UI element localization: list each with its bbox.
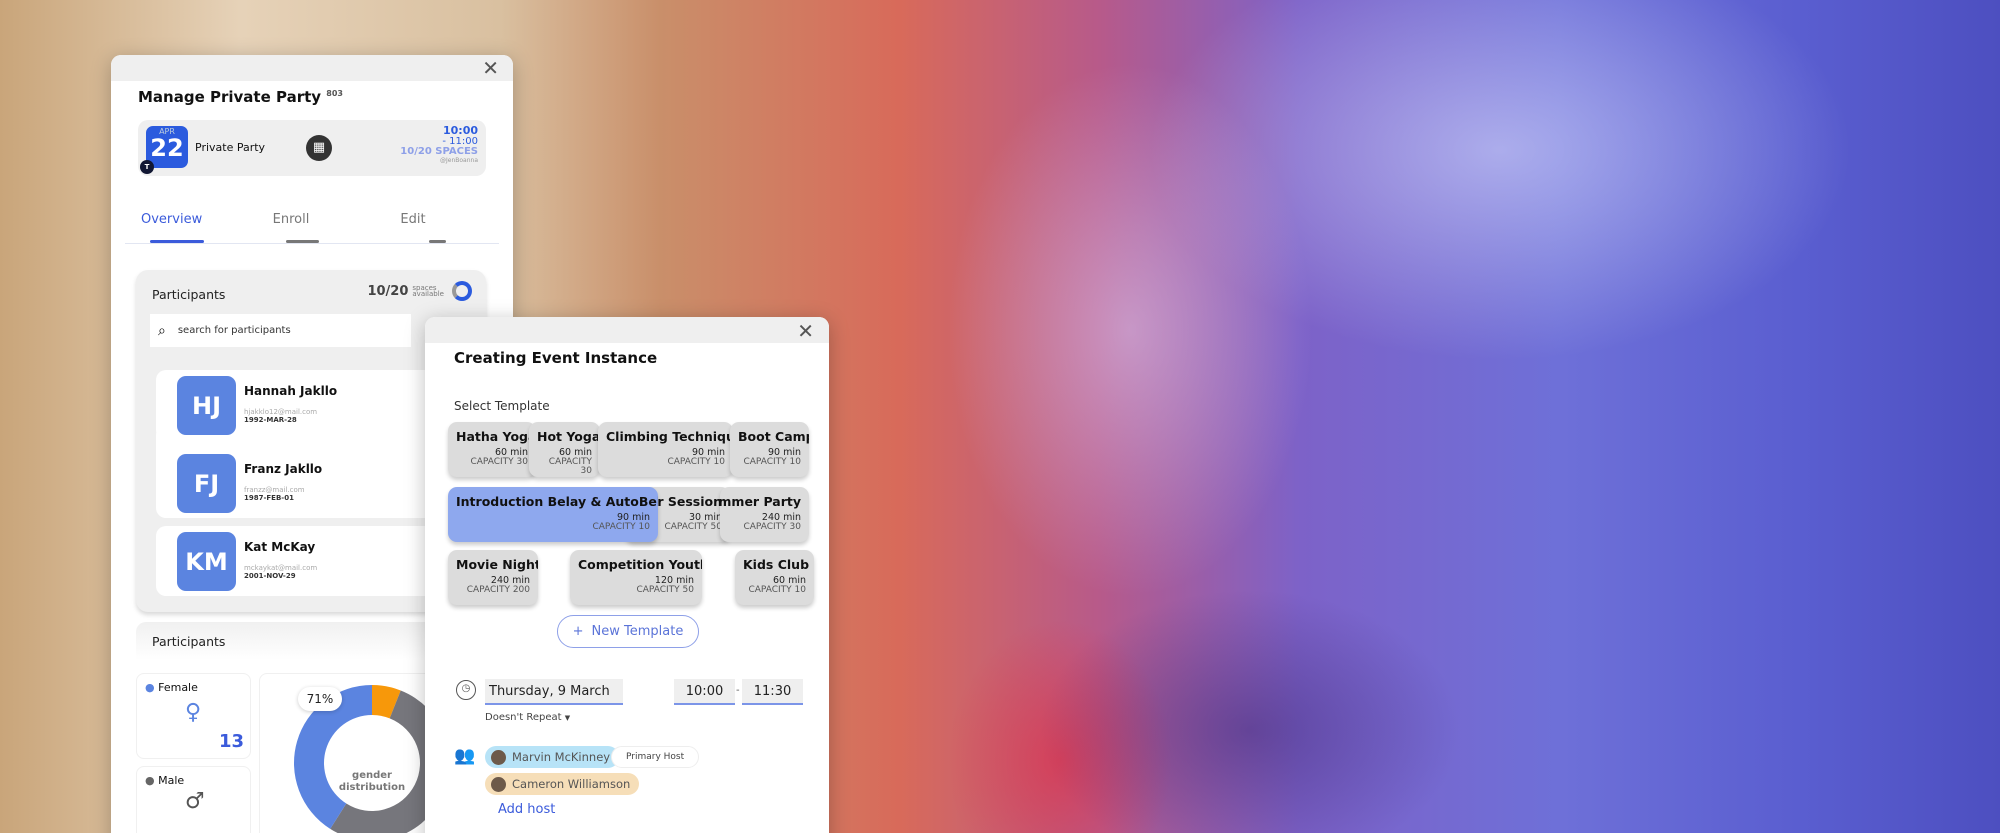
- template-capacity: CAPACITY 30: [470, 456, 528, 467]
- event-card[interactable]: APR 22 T Private Party ▦ 10:00 - 11:00 1…: [138, 120, 486, 176]
- donut-percent-badge: 71%: [298, 687, 342, 711]
- template-name: Competition Youth: [578, 557, 702, 572]
- avatar: KM: [177, 532, 236, 591]
- avatar: FJ: [177, 454, 236, 513]
- creating-event-instance-panel: ✕ Creating Event Instance Select Templat…: [425, 317, 829, 833]
- participant-name: Hannah Jakllo: [244, 384, 338, 398]
- host-name: Cameron Williamson: [512, 777, 631, 791]
- host-avatar: [491, 776, 506, 792]
- participant-dob: 2001-NOV-29: [244, 572, 296, 580]
- template-chip[interactable]: Climbing Technique 90 min CAPACITY 10: [598, 422, 733, 477]
- template-name: Boot Camp: [738, 429, 809, 444]
- event-spaces: 10/20 SPACES: [400, 146, 478, 158]
- participant-dob: 1987-FEB-01: [244, 494, 294, 502]
- template-name: Movie Night: [456, 557, 538, 572]
- panel-header: [425, 317, 829, 343]
- participant-email: mckaykat@mail.com: [244, 564, 318, 572]
- title-text: Manage Private Party: [138, 88, 322, 106]
- tab-divider: [125, 243, 499, 244]
- tab-edit[interactable]: Edit: [388, 212, 438, 227]
- female-card: ● Female ♀ 13: [136, 673, 251, 759]
- participant-email: hjakklo12@mail.com: [244, 408, 318, 416]
- start-time-field[interactable]: 10:00: [674, 679, 735, 705]
- repeat-value: Doesn't Repeat: [485, 712, 562, 723]
- template-capacity: CAPACITY 50: [636, 584, 694, 595]
- new-template-label: New Template: [591, 624, 684, 639]
- event-start: 10:00: [442, 124, 478, 137]
- template-capacity: CAPACITY 10: [748, 584, 806, 595]
- participant-name: Franz Jakllo: [244, 462, 323, 476]
- template-name: Climbing Technique: [606, 429, 733, 444]
- template-chip[interactable]: Hot Yoga 60 min CAPACITY 30: [529, 422, 600, 477]
- template-chip[interactable]: Hatha Yoga 60 min CAPACITY 30: [448, 422, 536, 477]
- template-capacity: CAPACITY 30: [548, 456, 592, 476]
- template-name: Summer Party: [720, 494, 801, 509]
- dialog-title: Creating Event Instance: [454, 349, 658, 367]
- template-name: Introduction Belay & AutoBelay: [456, 494, 658, 509]
- close-icon[interactable]: ✕: [482, 58, 499, 78]
- template-name: Kids Club: [743, 557, 810, 572]
- template-chip[interactable]: Competition Youth 120 min CAPACITY 50: [570, 550, 702, 605]
- new-template-button[interactable]: + New Template: [557, 615, 699, 648]
- add-host-link[interactable]: Add host: [498, 802, 555, 817]
- time-separator: -: [736, 685, 740, 696]
- calendar-grid-icon[interactable]: ▦: [306, 135, 332, 161]
- plus-icon: +: [572, 624, 584, 639]
- participant-name: Kat McKay: [244, 540, 316, 554]
- template-chip[interactable]: Summer Party240 minCAPACITY 30: [720, 487, 809, 542]
- male-person-icon: ♂: [185, 789, 205, 814]
- host-chip[interactable]: Marvin McKinney: [485, 746, 620, 768]
- participant-email: franzz@mail.com: [244, 486, 305, 494]
- male-label: Male: [158, 774, 185, 787]
- participant-dob: 1992-MAR-28: [244, 416, 297, 424]
- stats-title: Participants: [152, 634, 226, 649]
- panel-header: [111, 55, 513, 81]
- date-field[interactable]: Thursday, 9 March: [485, 679, 623, 705]
- end-time-field[interactable]: 11:30: [742, 679, 803, 705]
- template-chip[interactable]: Kids Club 60 min CAPACITY 10: [735, 550, 814, 605]
- page-title: Manage Private Party 803: [138, 88, 343, 106]
- avatar: HJ: [177, 376, 236, 435]
- repeat-dropdown[interactable]: Doesn't Repeat ▼: [485, 712, 570, 723]
- female-person-icon: ♀: [185, 700, 202, 725]
- template-capacity: CAPACITY 10: [667, 456, 725, 467]
- template-name: Hot Yoga: [537, 429, 600, 444]
- event-name: Private Party: [195, 141, 266, 154]
- male-card: ● Male ♂: [136, 766, 251, 833]
- background-photo: ✕ Manage Private Party 803 APR 22 T Priv…: [0, 0, 2000, 833]
- primary-host-badge: Primary Host: [611, 746, 700, 768]
- event-host: @JenBoanna: [439, 156, 478, 164]
- date-day: 22: [150, 134, 184, 162]
- template-chip[interactable]: Movie Night 240 min CAPACITY 200: [448, 550, 538, 605]
- template-capacity: CAPACITY 10: [592, 521, 650, 532]
- host-name: Marvin McKinney: [512, 750, 611, 764]
- template-capacity: CAPACITY 10: [743, 456, 801, 467]
- template-name: Hatha Yoga: [456, 429, 536, 444]
- female-count: 13: [218, 731, 244, 752]
- host-avatar: [491, 749, 506, 765]
- type-badge: T: [140, 160, 154, 174]
- template-capacity: CAPACITY 200: [466, 584, 530, 595]
- template-capacity: CAPACITY 30: [743, 521, 801, 532]
- female-label: Female: [158, 681, 198, 694]
- event-id: 803: [326, 89, 343, 98]
- tab-overview[interactable]: Overview: [141, 212, 202, 227]
- tab-enroll[interactable]: Enroll: [261, 212, 321, 227]
- host-chip[interactable]: Cameron Williamson: [485, 773, 640, 795]
- caret-down-icon: ▼: [564, 714, 571, 722]
- clock-icon: ◷: [456, 680, 476, 700]
- select-template-label: Select Template: [454, 399, 550, 413]
- close-icon[interactable]: ✕: [797, 321, 814, 341]
- template-chip[interactable]: Boot Camp 90 min CAPACITY 10: [730, 422, 809, 477]
- hosts-icon: 👥: [454, 746, 476, 766]
- template-chip[interactable]: Introduction Belay & AutoBelay 90 min CAPA…: [448, 487, 658, 542]
